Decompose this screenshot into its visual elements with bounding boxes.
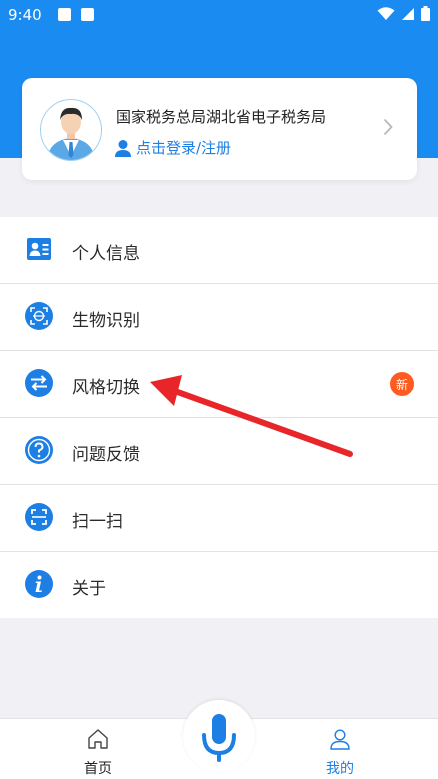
login-register-link[interactable]: 点击登录/注册 — [114, 137, 231, 158]
nav-label-mine: 我的 — [326, 761, 354, 777]
menu-label-feedback: 问题反馈 — [72, 445, 140, 465]
home-icon — [88, 729, 108, 749]
scan-icon — [25, 503, 53, 531]
image-notification-icon — [58, 8, 71, 21]
new-badge: 新 — [390, 372, 414, 396]
nav-tab-home[interactable]: 首页 — [72, 727, 124, 777]
nav-label-home: 首页 — [84, 761, 112, 777]
menu-item-biometrics[interactable]: 生物识别 — [0, 284, 438, 351]
swap-arrows-icon — [25, 369, 53, 397]
annotation-arrow — [150, 375, 353, 457]
info-icon — [25, 570, 53, 598]
avatar[interactable] — [40, 99, 102, 161]
org-name: 国家税务总局湖北省电子税务局 — [116, 108, 327, 126]
battery-icon — [421, 6, 430, 21]
nav-tab-mine[interactable]: 我的 — [314, 727, 366, 777]
status-bar: 9:40 — [0, 0, 438, 30]
signal-icon — [402, 7, 414, 20]
menu-item-scan[interactable]: 扫一扫 — [0, 485, 438, 552]
login-register-label: 点击登录/注册 — [136, 139, 232, 157]
user-icon — [115, 139, 131, 157]
user-avatar-icon — [47, 107, 95, 160]
menu-label-scan: 扫一扫 — [72, 512, 123, 532]
voice-button[interactable] — [183, 700, 255, 772]
app-notification-icon — [81, 8, 94, 21]
id-card-icon — [27, 238, 51, 260]
person-icon — [330, 729, 350, 750]
menu-item-personal-info[interactable]: 个人信息 — [0, 217, 438, 284]
system-icons — [377, 6, 430, 21]
menu-label-biometrics: 生物识别 — [72, 311, 140, 331]
menu-item-about[interactable]: 关于 — [0, 552, 438, 618]
status-time: 9:40 — [8, 6, 42, 24]
wifi-icon — [377, 6, 395, 20]
question-icon — [25, 436, 53, 464]
menu-label-style-switch: 风格切换 — [72, 378, 140, 398]
profile-card[interactable]: 国家税务总局湖北省电子税务局 点击登录/注册 — [22, 78, 417, 180]
menu-label-personal-info: 个人信息 — [72, 244, 140, 264]
chevron-right-icon — [383, 118, 393, 136]
menu-label-about: 关于 — [72, 579, 106, 599]
face-recognition-icon — [25, 302, 53, 330]
notification-icons — [58, 8, 94, 21]
microphone-icon — [202, 714, 236, 762]
